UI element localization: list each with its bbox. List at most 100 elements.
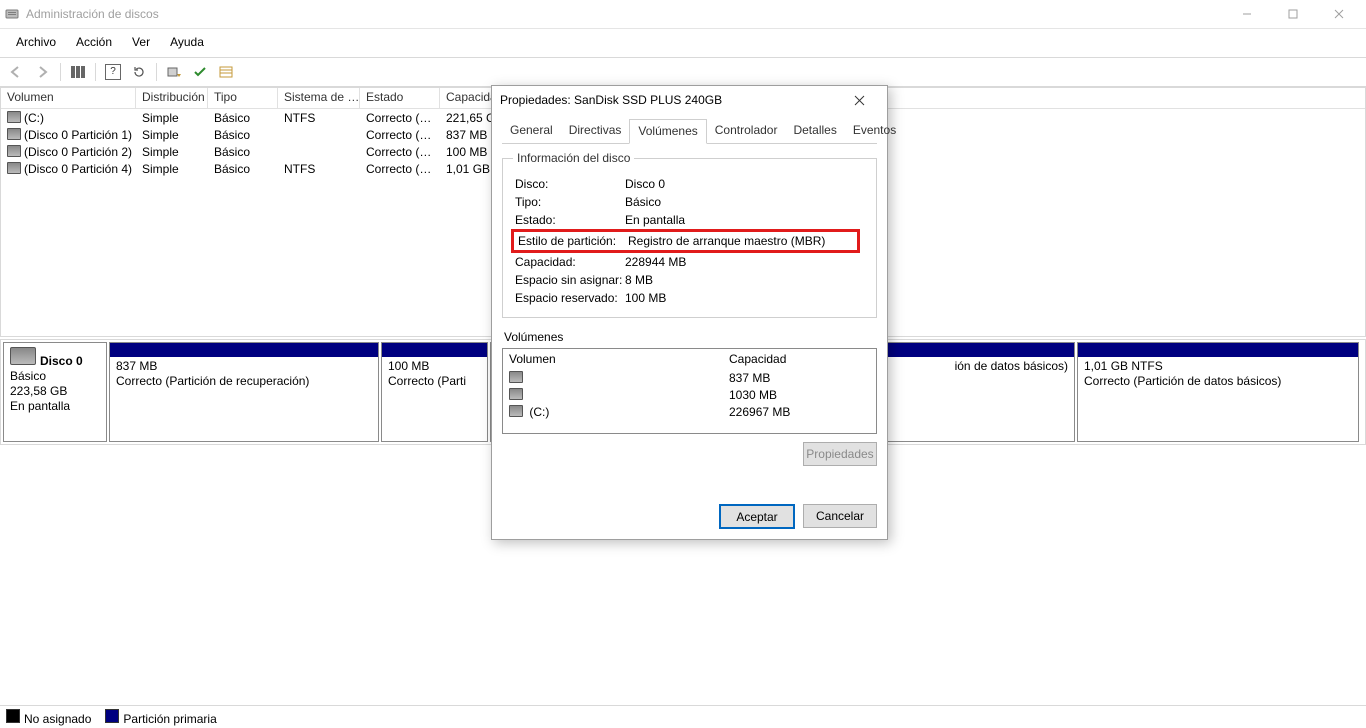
info-value: Disco 0: [625, 177, 665, 191]
partition-size: 100 MB: [388, 359, 481, 374]
refresh-icon[interactable]: [128, 62, 150, 82]
menu-archivo[interactable]: Archivo: [8, 33, 64, 51]
legend-primary: Partición primaria: [105, 709, 216, 726]
disk-info-box[interactable]: Disco 0 Básico 223,58 GB En pantalla: [3, 342, 107, 442]
disk-icon: [10, 347, 36, 365]
dialog-close-button[interactable]: [839, 86, 879, 114]
disk-kind: Básico: [10, 369, 100, 384]
col-tipo[interactable]: Tipo: [208, 88, 278, 108]
legend-swatch-blue: [105, 709, 119, 723]
partition-size: 1,01 GB NTFS: [1084, 359, 1352, 374]
maximize-button[interactable]: [1270, 0, 1316, 28]
info-key: Espacio sin asignar:: [515, 273, 625, 287]
disk-icon: [7, 128, 21, 140]
info-key: Tipo:: [515, 195, 625, 209]
volumes-subtitle: Volúmenes: [502, 328, 877, 348]
disk-name: Disco 0: [40, 354, 83, 368]
info-key: Espacio reservado:: [515, 291, 625, 305]
tab-volúmenes[interactable]: Volúmenes: [629, 119, 706, 144]
info-row: Espacio reservado:100 MB: [515, 289, 864, 307]
dialog-body: GeneralDirectivasVolúmenesControladorDet…: [492, 114, 887, 496]
list-item[interactable]: 1030 MB: [503, 386, 876, 403]
info-value: 228944 MB: [625, 255, 686, 269]
col-fs[interactable]: Sistema de …: [278, 88, 360, 108]
action-icon[interactable]: [163, 62, 185, 82]
help-icon[interactable]: ?: [102, 62, 124, 82]
info-row: Espacio sin asignar:8 MB: [515, 271, 864, 289]
partition-status: Correcto (Partición de recuperación): [116, 374, 372, 389]
volumes-list-col-b: Capacidad: [729, 352, 786, 366]
toolbar-separator: [60, 63, 61, 81]
menubar: Archivo Acción Ver Ayuda: [0, 29, 1366, 58]
volumes-list-col-a: Volumen: [509, 352, 729, 366]
tab-general[interactable]: General: [502, 119, 561, 144]
disk-info-group: Información del disco Disco:Disco 0Tipo:…: [502, 158, 877, 318]
list-icon[interactable]: [215, 62, 237, 82]
check-icon[interactable]: [189, 62, 211, 82]
info-key: Estado:: [515, 213, 625, 227]
properties-dialog: Propiedades: SanDisk SSD PLUS 240GB Gene…: [491, 85, 888, 540]
dialog-title: Propiedades: SanDisk SSD PLUS 240GB: [500, 93, 722, 107]
view-icon[interactable]: [67, 62, 89, 82]
menu-accion[interactable]: Acción: [68, 33, 120, 51]
volumes-list-header: Volumen Capacidad: [503, 349, 876, 369]
partition-box[interactable]: 1,01 GB NTFS Correcto (Partición de dato…: [1077, 342, 1359, 442]
info-row: Tipo:Básico: [515, 193, 864, 211]
info-key: Capacidad:: [515, 255, 625, 269]
menu-ayuda[interactable]: Ayuda: [162, 33, 212, 51]
info-row: Estilo de partición:Registro de arranque…: [511, 229, 860, 253]
window-title: Administración de discos: [26, 7, 159, 21]
dialog-buttons: Aceptar Cancelar: [492, 496, 887, 539]
partition-box[interactable]: 837 MB Correcto (Partición de recuperaci…: [109, 342, 379, 442]
info-value: 8 MB: [625, 273, 653, 287]
info-row: Estado:En pantalla: [515, 211, 864, 229]
disk-size: 223,58 GB: [10, 384, 100, 399]
dialog-tabs: GeneralDirectivasVolúmenesControladorDet…: [502, 118, 877, 144]
partition-box[interactable]: 100 MB Correcto (Parti: [381, 342, 488, 442]
info-value: Básico: [625, 195, 661, 209]
partition-status: Correcto (Partición de datos básicos): [1084, 374, 1352, 389]
ok-button[interactable]: Aceptar: [719, 504, 795, 529]
partition-status: Correcto (Parti: [388, 374, 481, 389]
volumes-list[interactable]: Volumen Capacidad 837 MB 1030 MB (C:)226…: [502, 348, 877, 434]
tab-controlador[interactable]: Controlador: [707, 119, 786, 144]
back-icon[interactable]: [6, 62, 28, 82]
toolbar-separator: [95, 63, 96, 81]
forward-icon[interactable]: [32, 62, 54, 82]
disk-icon: [509, 371, 523, 383]
info-key: Estilo de partición:: [518, 234, 628, 248]
tab-directivas[interactable]: Directivas: [561, 119, 630, 144]
legend-swatch-black: [6, 709, 20, 723]
toolbar-separator: [156, 63, 157, 81]
info-value: Registro de arranque maestro (MBR): [628, 234, 825, 248]
disk-icon: [7, 145, 21, 157]
tab-detalles[interactable]: Detalles: [785, 119, 844, 144]
close-button[interactable]: [1316, 0, 1362, 28]
info-value: En pantalla: [625, 213, 685, 227]
col-estado[interactable]: Estado: [360, 88, 440, 108]
menu-ver[interactable]: Ver: [124, 33, 158, 51]
disk-status: En pantalla: [10, 399, 100, 414]
toolbar: ?: [0, 58, 1366, 87]
disk-icon: [509, 405, 523, 417]
partition-size: 837 MB: [116, 359, 372, 374]
cancel-button[interactable]: Cancelar: [803, 504, 877, 528]
minimize-button[interactable]: [1224, 0, 1270, 28]
col-volumen[interactable]: Volumen: [1, 88, 136, 108]
info-row: Capacidad:228944 MB: [515, 253, 864, 271]
disk-icon: [7, 162, 21, 174]
legend: No asignado Partición primaria: [0, 705, 1366, 728]
group-label: Información del disco: [513, 151, 634, 165]
info-value: 100 MB: [625, 291, 666, 305]
tab-eventos[interactable]: Eventos: [845, 119, 904, 144]
legend-unallocated: No asignado: [6, 709, 91, 726]
info-key: Disco:: [515, 177, 625, 191]
info-row: Disco:Disco 0: [515, 175, 864, 193]
list-item[interactable]: 837 MB: [503, 369, 876, 386]
app-icon: [4, 6, 20, 22]
col-dist[interactable]: Distribución: [136, 88, 208, 108]
titlebar: Administración de discos: [0, 0, 1366, 29]
dialog-titlebar: Propiedades: SanDisk SSD PLUS 240GB: [492, 86, 887, 114]
list-item[interactable]: (C:)226967 MB: [503, 403, 876, 420]
disk-icon: [7, 111, 21, 123]
